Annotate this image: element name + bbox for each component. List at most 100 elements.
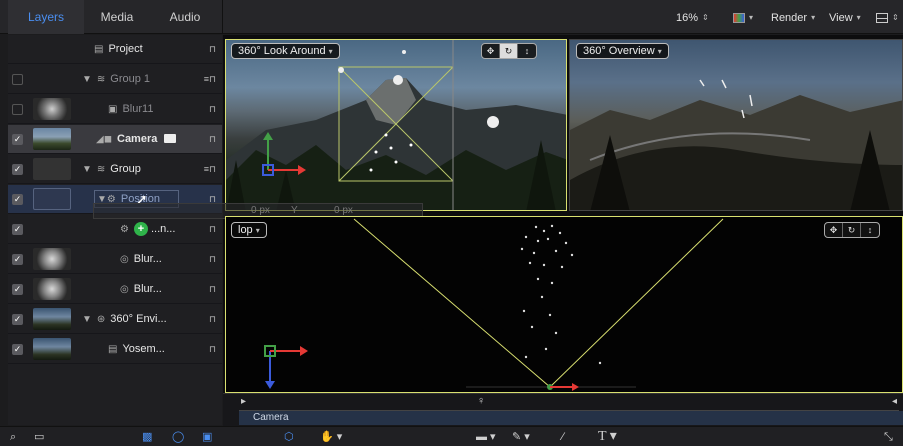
layer-thumbnail: [33, 158, 71, 180]
dolly-icon[interactable]: ↕: [861, 223, 879, 237]
pan-tool-icon[interactable]: ✋ ▾: [320, 429, 342, 445]
layer-label-wrap: ▣ Blur11: [108, 95, 153, 124]
disclosure-triangle-icon[interactable]: ▼: [82, 74, 92, 85]
lock-icon[interactable]: ⊓: [209, 344, 216, 355]
lock-icon[interactable]: ≡⊓: [204, 74, 216, 85]
view-menu[interactable]: View ▾: [829, 10, 861, 26]
layer-row-blur-b[interactable]: ✓ ◎ Blur... ⊓: [8, 275, 222, 304]
dolly-icon[interactable]: ↕: [518, 44, 536, 58]
add-behavior-icon[interactable]: ◯: [172, 429, 184, 445]
expand-icon[interactable]: ⤡: [884, 429, 893, 445]
tab-layers[interactable]: Layers: [8, 0, 84, 34]
panorama-landscape: [570, 79, 902, 210]
layer-label-wrap: ▼ ≋ Group: [82, 155, 141, 184]
toolbar-divider: [222, 0, 223, 34]
playhead-icon[interactable]: ♀: [477, 395, 485, 407]
layer-thumbnail: [33, 308, 71, 330]
orbit-icon[interactable]: ↻: [500, 44, 518, 58]
filter-icon: ◎: [120, 253, 129, 265]
layer-row-group-1[interactable]: ▼ ≋ Group 1 ≡⊓: [8, 65, 222, 94]
lock-icon[interactable]: ⊓: [209, 134, 216, 145]
layer-row-blur11[interactable]: ▣ Blur11 ⊓: [8, 95, 222, 124]
enable-checkbox[interactable]: [12, 73, 23, 85]
lock-icon[interactable]: ⊓: [209, 314, 216, 325]
out-point-marker-icon[interactable]: ◂: [892, 396, 897, 407]
lock-icon[interactable]: ≡⊓: [204, 164, 216, 175]
layer-label-wrap: ◎ Blur...: [120, 245, 162, 274]
look-around-mode-menu[interactable]: 360° Look Around ▾: [231, 43, 340, 59]
filter-icon: ◎: [120, 283, 129, 295]
layer-row-yosemite[interactable]: ✓ ▤ Yosem... ⊓: [8, 335, 222, 364]
transform-tool-icon[interactable]: ⬡: [284, 429, 294, 445]
in-point-marker-icon[interactable]: ▸: [241, 396, 246, 407]
lock-icon[interactable]: ⊓: [209, 284, 216, 295]
layer-row-group[interactable]: ✓ ▼ ≋ Group ≡⊓: [8, 155, 222, 184]
top-view-mode-menu[interactable]: lop ▾: [231, 222, 267, 238]
layer-thumbnail: [33, 128, 71, 150]
viewport-look-around[interactable]: 360° Look Around ▾ ✥ ↻ ↕: [225, 39, 567, 211]
layer-row-360-environment[interactable]: ✓ ▼ ⊛ 360° Envi... ⊓: [8, 305, 222, 334]
enable-checkbox[interactable]: [12, 103, 23, 115]
paint-stroke-icon[interactable]: ∕: [562, 429, 564, 445]
layer-row-effect[interactable]: ✓ ⚙ + ...n... ⊓: [8, 215, 222, 244]
channels-menu[interactable]: ▾: [733, 10, 753, 26]
checkerboard-icon[interactable]: ▩: [142, 429, 152, 445]
camera-track-bar[interactable]: Camera: [239, 411, 903, 425]
pan-icon[interactable]: ✥: [825, 223, 843, 237]
enable-checkbox[interactable]: ✓: [12, 133, 23, 145]
camera-nav-controls: ✥ ↻ ↕: [481, 43, 537, 59]
layer-thumbnails-icon[interactable]: ▭: [34, 429, 44, 445]
text-tool-icon[interactable]: T ▾: [598, 429, 617, 445]
viewport-overview[interactable]: 360° Overview ▾: [569, 39, 903, 211]
disclosure-triangle-icon[interactable]: ▼: [82, 314, 92, 325]
timeline-ruler[interactable]: ▸ ♀ ◂: [239, 395, 899, 411]
tab-audio[interactable]: Audio: [150, 0, 220, 34]
readout-x-value: 0 px: [251, 205, 270, 216]
overview-mode-label: 360° Overview: [583, 45, 655, 57]
disclosure-triangle-icon[interactable]: ▼: [82, 164, 92, 175]
environment-360-icon: ⊛: [96, 313, 106, 325]
readout-y-value: 0 px: [334, 205, 353, 216]
enable-checkbox[interactable]: ✓: [12, 223, 23, 235]
chevron-down-icon: ▾: [749, 13, 754, 22]
layer-thumbnail: [33, 98, 71, 120]
chevron-down-icon: ▾: [255, 226, 260, 235]
enable-checkbox[interactable]: ✓: [12, 253, 23, 265]
enable-checkbox[interactable]: ✓: [12, 283, 23, 295]
lock-icon[interactable]: ⊓: [209, 254, 216, 265]
orbit-icon[interactable]: ↻: [843, 223, 861, 237]
tab-media[interactable]: Media: [84, 0, 150, 34]
enable-checkbox[interactable]: ✓: [12, 163, 23, 175]
viewport-layout-menu[interactable]: ⇕: [876, 10, 899, 26]
shape-tool-icon[interactable]: ▬ ▾: [476, 429, 496, 445]
look-around-mode-label: 360° Look Around: [238, 45, 326, 57]
lock-icon[interactable]: ⊓: [209, 104, 216, 115]
layer-label-wrap: ▤ Yosem...: [108, 335, 165, 364]
enable-checkbox[interactable]: ✓: [12, 343, 23, 355]
layer-label: 360° Envi...: [110, 312, 167, 325]
layer-row-camera[interactable]: ✓ ◢◼ Camera ⊓: [8, 125, 222, 154]
stepper-icon: ⇕: [892, 13, 899, 22]
enable-checkbox[interactable]: ✓: [12, 313, 23, 325]
render-menu[interactable]: Render ▾: [771, 10, 815, 26]
lock-icon[interactable]: ⊓: [209, 44, 216, 55]
layer-row-project[interactable]: ▤ Project ⊓: [8, 35, 222, 64]
pen-tool-icon[interactable]: ✎ ▾: [512, 429, 530, 445]
color-channels-icon: [733, 13, 745, 23]
enable-checkbox[interactable]: ✓: [12, 193, 23, 205]
layer-label: Group: [110, 162, 141, 175]
pan-icon[interactable]: ✥: [482, 44, 500, 58]
zoom-level-control[interactable]: 16% ⇕: [676, 10, 709, 26]
top-view-mode-label: lop: [238, 224, 253, 236]
filter-icon: ▣: [108, 103, 118, 115]
bottom-toolbar: ⌕ ▭ ▩ ◯ ▣ ⬡ ✋ ▾ ▬ ▾ ✎ ▾ ∕ T ▾ ⤡: [0, 426, 903, 446]
search-icon[interactable]: ⌕: [10, 429, 16, 445]
add-filter-icon[interactable]: ▣: [202, 429, 212, 445]
layers-panel: ▤ Project ⊓ ▼ ≋ Group 1 ≡⊓ ▣ Blur11 ⊓ ✓ ◢◼ Ca…: [8, 35, 222, 425]
top-view-nav-controls: ✥ ↻ ↕: [824, 222, 880, 238]
mini-timeline[interactable]: ▸ ♀ ◂ Camera: [223, 393, 903, 426]
lock-icon[interactable]: ⊓: [209, 224, 216, 235]
overview-mode-menu[interactable]: 360° Overview ▾: [576, 43, 669, 59]
layer-row-blur-a[interactable]: ✓ ◎ Blur... ⊓: [8, 245, 222, 274]
viewport-top[interactable]: lop ▾ ✥ ↻ ↕: [225, 216, 903, 393]
